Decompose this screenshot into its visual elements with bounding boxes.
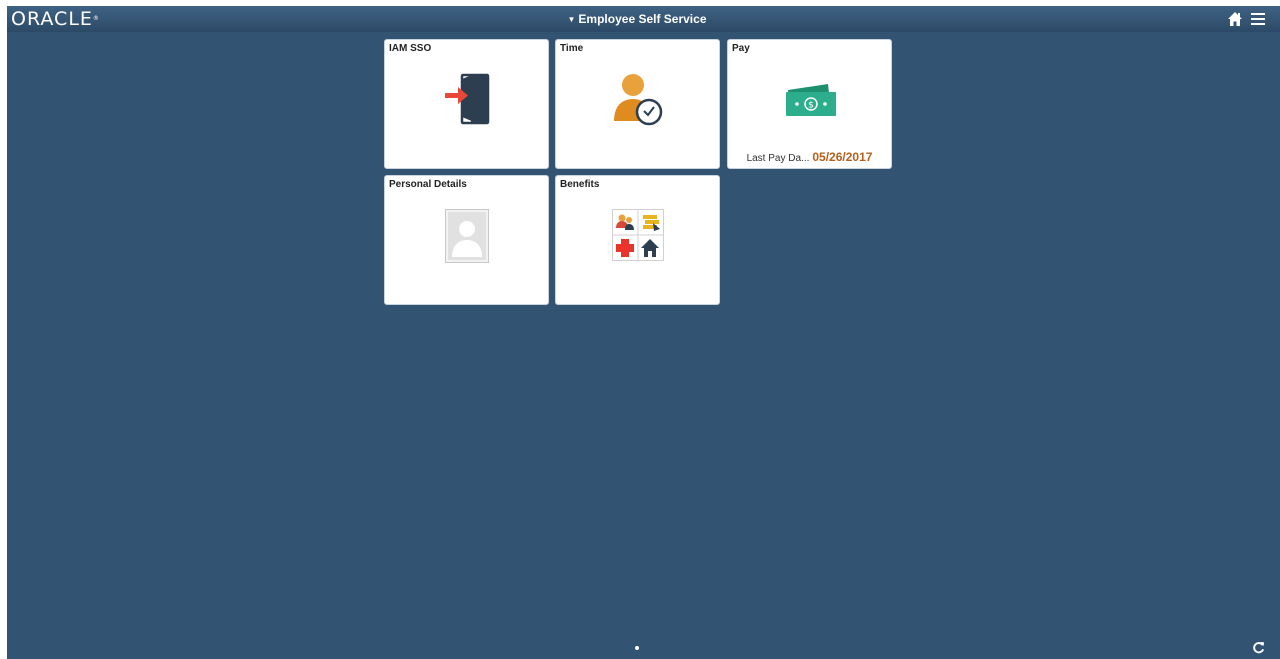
homepage-title[interactable]: ▼ Employee Self Service bbox=[567, 11, 707, 28]
money-bills-icon: $ bbox=[786, 84, 836, 116]
last-pay-label: Last Pay Da... bbox=[746, 153, 810, 164]
header-bar: ORACLE® ▼ Employee Self Service bbox=[7, 6, 1280, 32]
page-indicator-dot bbox=[635, 646, 639, 650]
tile-personal-details[interactable]: Personal Details bbox=[384, 175, 549, 305]
homepage-title-label: Employee Self Service bbox=[578, 12, 707, 26]
tile-benefits[interactable]: Benefits bbox=[555, 175, 720, 305]
refresh-icon[interactable] bbox=[1252, 641, 1265, 654]
caret-down-icon: ▼ bbox=[567, 15, 576, 24]
person-placeholder-icon bbox=[445, 209, 489, 263]
person-clock-icon bbox=[614, 74, 663, 126]
oracle-logo: ORACLE® bbox=[11, 8, 100, 30]
svg-text:$: $ bbox=[808, 101, 814, 111]
tile-title: Time bbox=[560, 43, 584, 54]
tile-title: Benefits bbox=[560, 179, 600, 190]
tile-time[interactable]: Time bbox=[555, 39, 720, 169]
home-icon[interactable] bbox=[1227, 11, 1243, 27]
last-pay-date: 05/26/2017 bbox=[812, 150, 873, 164]
tile-title: IAM SSO bbox=[389, 43, 432, 54]
tile-title: Pay bbox=[732, 43, 750, 54]
benefits-grid-icon bbox=[612, 209, 664, 261]
tile-pay[interactable]: Pay $ Last Pay Da... 05/26/2017 bbox=[727, 39, 892, 169]
homepage: ORACLE® ▼ Employee Self Service IAM SSO T… bbox=[7, 6, 1280, 659]
last-pay-info: Last Pay Da... 05/26/2017 bbox=[728, 150, 891, 166]
sign-in-door-icon bbox=[445, 73, 490, 125]
tile-iam-sso[interactable]: IAM SSO bbox=[384, 39, 549, 169]
hamburger-menu-icon[interactable] bbox=[1251, 12, 1265, 26]
tile-title: Personal Details bbox=[389, 179, 467, 190]
